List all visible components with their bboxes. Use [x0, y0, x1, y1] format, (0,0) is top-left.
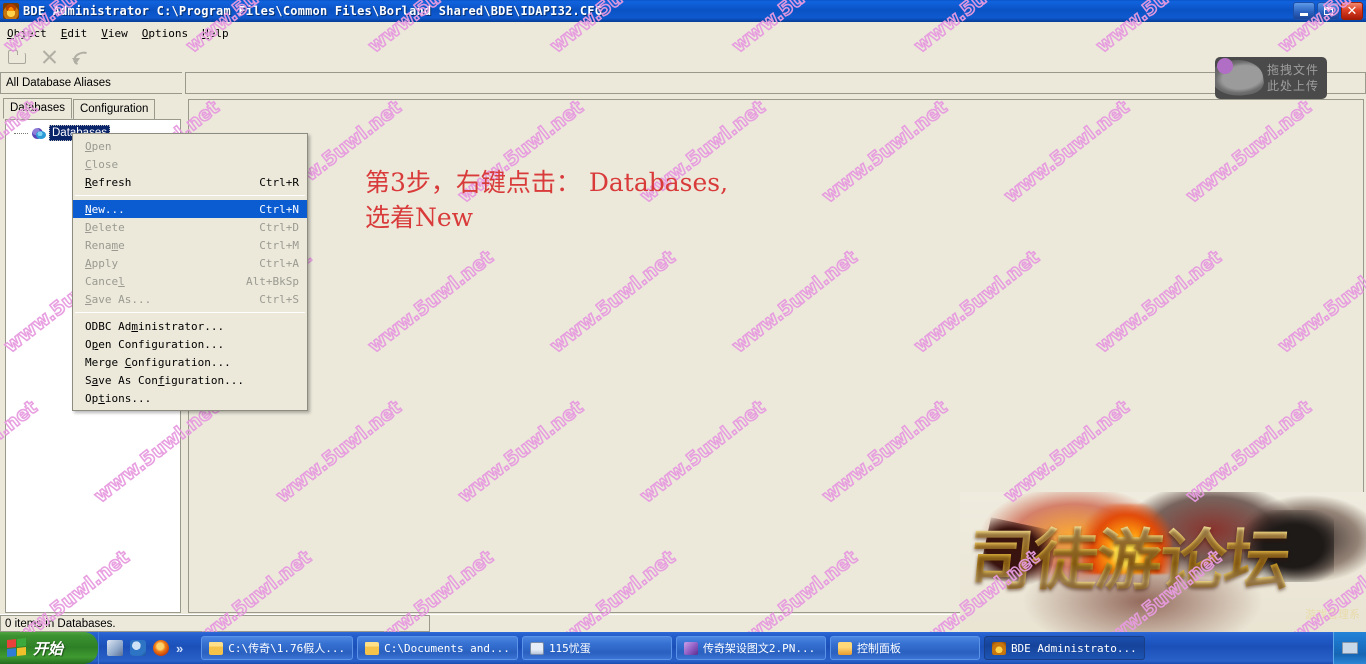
task-button-image[interactable]: 传奇架设图文2.PN...: [675, 636, 826, 660]
bde-flame-icon: [3, 3, 19, 19]
media-player-icon[interactable]: [130, 640, 146, 656]
menu-item-open[interactable]: Open: [73, 137, 307, 155]
task-button-label: C:\Documents and...: [384, 641, 510, 655]
drag-upload-label: 拖拽文件 此处上传: [1266, 63, 1319, 93]
folder-icon: [365, 641, 380, 655]
bde-flame-icon: [991, 641, 1006, 655]
menu-item-rename[interactable]: Rename Ctrl+M: [73, 236, 307, 254]
menu-help[interactable]: Help: [195, 25, 236, 42]
minimize-button[interactable]: [1293, 2, 1315, 20]
task-button-bde-administrator[interactable]: BDE Administrato...: [983, 636, 1145, 660]
close-button[interactable]: ✕: [1341, 2, 1363, 20]
system-tray: [1333, 632, 1366, 664]
show-desktop-icon[interactable]: [107, 640, 123, 656]
tab-configuration[interactable]: Configuration: [72, 99, 156, 119]
banner-title: 司徒游论坛: [964, 521, 1362, 599]
panel-tabs: Databases Configuration: [3, 98, 183, 119]
menu-item-refresh[interactable]: Refresh Ctrl+R: [73, 173, 307, 191]
quick-launch-bar: »: [98, 632, 191, 664]
tree-connector-line: [14, 132, 28, 134]
menu-separator-1: [75, 195, 305, 196]
start-button-label: 开始: [33, 639, 64, 658]
game-forum-banner: 司徒游论坛 游戏管理系: [960, 492, 1366, 638]
task-button-label: BDE Administrato...: [1010, 641, 1137, 655]
menu-options[interactable]: Options: [135, 25, 195, 42]
control-panel-icon: [837, 641, 852, 655]
context-menu[interactable]: Open Close Refresh Ctrl+R New... Ctrl+N De…: [72, 133, 308, 411]
task-button-chuanqi-folder[interactable]: C:\传奇\1.76假人...: [201, 636, 354, 660]
database-globe-icon: [32, 127, 47, 140]
task-button-label: C:\传奇\1.76假人...: [228, 642, 346, 655]
menu-object[interactable]: Object: [0, 25, 54, 42]
tab-databases[interactable]: Databases: [3, 98, 72, 119]
taskbar: 开始 » C:\传奇\1.76假人... C:\Documents and...…: [0, 632, 1366, 664]
windows-logo-icon: [7, 638, 27, 658]
task-button-115[interactable]: 115忧蛋: [521, 636, 672, 660]
toolbar: [0, 44, 1366, 70]
document-icon: [529, 641, 544, 655]
upload-dot-icon: [1217, 58, 1233, 74]
restore-button[interactable]: [1317, 2, 1339, 20]
task-button-list: C:\传奇\1.76假人... C:\Documents and... 115忧…: [191, 636, 1145, 660]
alias-header-label-box: All Database Aliases: [0, 72, 182, 94]
drag-upload-widget[interactable]: 拖拽文件 此处上传: [1215, 57, 1327, 99]
keyboard-layout-icon[interactable]: [1342, 642, 1358, 654]
menu-item-save-as-configuration[interactable]: Save As Configuration...: [73, 371, 307, 389]
more-chevron-icon[interactable]: »: [176, 641, 183, 656]
menu-item-new[interactable]: New... Ctrl+N: [73, 200, 307, 218]
menu-item-odbc-administrator[interactable]: ODBC Administrator...: [73, 317, 307, 335]
task-button-label: 控制面板: [856, 642, 901, 655]
menu-edit[interactable]: Edit: [54, 25, 95, 42]
task-button-documents-folder[interactable]: C:\Documents and...: [357, 636, 518, 660]
menu-item-options[interactable]: Options...: [73, 389, 307, 407]
firefox-icon[interactable]: [153, 640, 169, 656]
delete-x-icon[interactable]: [38, 47, 60, 67]
menu-bar: Object Edit View Options Help: [0, 22, 1366, 44]
title-bar: BDE Administrator C:\Program Files\Commo…: [0, 0, 1366, 22]
folder-icon: [209, 641, 224, 655]
menu-separator-2: [75, 312, 305, 313]
task-button-label: 传奇架设图文2.PN...: [702, 642, 816, 655]
menu-item-cancel[interactable]: Cancel Alt+BkSp: [73, 272, 307, 290]
screen-root: BDE Administrator C:\Program Files\Commo…: [0, 0, 1366, 664]
menu-item-merge-configuration[interactable]: Merge Configuration...: [73, 353, 307, 371]
instruction-annotation: 第3步，右键点击： Databases, 选着New: [365, 168, 729, 232]
menu-item-delete[interactable]: Delete Ctrl+D: [73, 218, 307, 236]
menu-item-apply[interactable]: Apply Ctrl+A: [73, 254, 307, 272]
banner-subtitle: 游戏管理系: [1305, 609, 1360, 621]
start-button[interactable]: 开始: [0, 632, 98, 664]
window-title: BDE Administrator C:\Program Files\Commo…: [23, 4, 603, 18]
task-button-label: 115忧蛋: [548, 642, 591, 655]
alias-header-row: All Database Aliases: [0, 72, 1366, 94]
task-button-control-panel[interactable]: 控制面板: [829, 636, 980, 660]
status-bar-text: 0 items in Databases.: [0, 615, 430, 632]
menu-view[interactable]: View: [94, 25, 135, 42]
menu-item-close[interactable]: Close: [73, 155, 307, 173]
open-folder-icon[interactable]: [6, 47, 28, 67]
menu-item-open-configuration[interactable]: Open Configuration...: [73, 335, 307, 353]
alias-header-label: All Database Aliases: [6, 77, 111, 89]
alias-header-right-box: [185, 72, 1366, 94]
menu-item-save-as[interactable]: Save As... Ctrl+S: [73, 290, 307, 308]
image-icon: [683, 641, 698, 655]
undo-arrow-icon[interactable]: [70, 47, 92, 67]
window-controls: ✕: [1293, 2, 1366, 20]
